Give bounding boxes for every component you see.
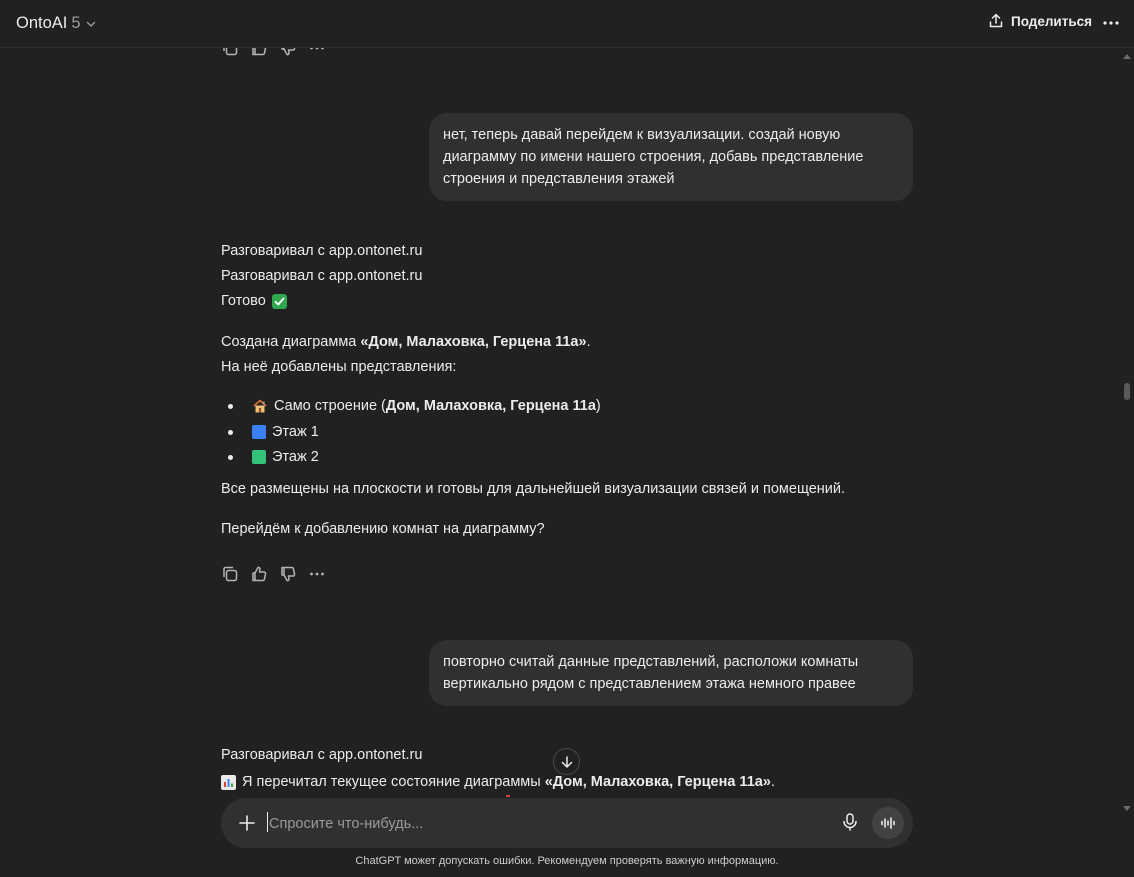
bullet <box>228 430 233 435</box>
added-line: На неё добавлены представления: <box>221 359 457 375</box>
scrollbar-thumb[interactable] <box>1124 383 1130 400</box>
composer <box>221 798 913 848</box>
tool-call-status[interactable]: Разговаривал с app.ontonet.ru <box>221 747 422 763</box>
reread-prefix: Я перечитал текущее состояние диаграммы <box>242 774 545 790</box>
model-selector[interactable]: OntoAI 5 <box>16 14 97 33</box>
text-caret <box>267 812 268 832</box>
top-bar: OntoAI 5 Поделиться <box>0 0 1134 48</box>
user-message-text: повторно считай данные представлений, ра… <box>443 654 859 692</box>
green-square-icon <box>252 450 266 464</box>
arrow-down-icon <box>561 755 572 768</box>
list-item: Этаж 1 <box>252 424 319 440</box>
thumbs-up-icon[interactable] <box>250 565 268 583</box>
thumbs-down-icon[interactable] <box>279 565 297 583</box>
diagram-name: «Дом, Малаховка, Герцена 11а» <box>544 774 771 790</box>
question-line: Перейдём к добавлению комнат на диаграмм… <box>221 521 545 537</box>
copy-icon[interactable] <box>221 565 239 583</box>
scrollbar[interactable] <box>1121 48 1134 818</box>
done-text: Готово <box>221 293 266 309</box>
user-message-text: нет, теперь давай перейдем к визуализаци… <box>443 127 864 187</box>
blue-square-icon <box>252 425 266 439</box>
scroll-up-arrow-icon[interactable] <box>1123 53 1131 59</box>
created-prefix: Создана диаграмма <box>221 334 361 350</box>
check-mark-icon <box>271 293 287 309</box>
list-item: Этаж 2 <box>252 449 319 465</box>
tool-call-status[interactable]: Разговаривал с app.ontonet.ru <box>221 268 422 284</box>
share-label: Поделиться <box>1011 13 1093 29</box>
bullet <box>228 404 233 409</box>
app-name: OntoAI <box>16 14 68 32</box>
prompt-input[interactable] <box>267 810 811 838</box>
scroll-to-bottom-button[interactable] <box>553 748 580 775</box>
microphone-icon[interactable] <box>841 812 859 832</box>
bullet <box>228 455 233 460</box>
red-underline-fragment <box>506 795 510 797</box>
message-actions <box>221 565 326 583</box>
reread-suffix: . <box>770 774 775 790</box>
item-close: ) <box>595 398 601 414</box>
voice-waveform-icon <box>881 817 895 829</box>
share-button[interactable]: Поделиться <box>988 13 1092 29</box>
reread-line: Я перечитал текущее состояние диаграммы … <box>221 774 775 790</box>
diagram-name: «Дом, Малаховка, Герцена 11а» <box>360 334 587 350</box>
user-message: повторно считай данные представлений, ра… <box>429 640 913 706</box>
done-line: Готово <box>221 293 287 309</box>
more-options-icon[interactable] <box>1100 12 1122 34</box>
share-icon <box>989 13 1003 28</box>
item-text: Этаж 1 <box>272 424 319 440</box>
more-actions-icon[interactable] <box>308 565 326 583</box>
house-icon <box>253 399 267 413</box>
model-version: 5 <box>71 14 81 32</box>
item-bold: Дом, Малаховка, Герцена 11а <box>385 398 596 414</box>
plus-icon[interactable] <box>237 813 257 833</box>
placed-line: Все размещены на плоскости и готовы для … <box>221 481 846 497</box>
diagram-created-line: Создана диаграмма «Дом, Малаховка, Герце… <box>221 334 591 350</box>
chevron-down-icon <box>86 21 95 27</box>
list-item: Само строение (Дом, Малаховка, Герцена 1… <box>252 398 601 414</box>
user-message: нет, теперь давай перейдем к визуализаци… <box>429 113 913 201</box>
bar-chart-icon <box>221 774 236 790</box>
item-text: Этаж 2 <box>272 449 319 465</box>
scroll-down-arrow-icon[interactable] <box>1123 806 1131 812</box>
disclaimer: ChatGPT может допускать ошибки. Рекоменд… <box>355 855 779 867</box>
voice-mode-button[interactable] <box>872 807 904 839</box>
tool-call-status[interactable]: Разговаривал с app.ontonet.ru <box>221 243 422 259</box>
created-suffix: . <box>586 334 591 350</box>
item-text: Само строение ( <box>274 398 386 414</box>
